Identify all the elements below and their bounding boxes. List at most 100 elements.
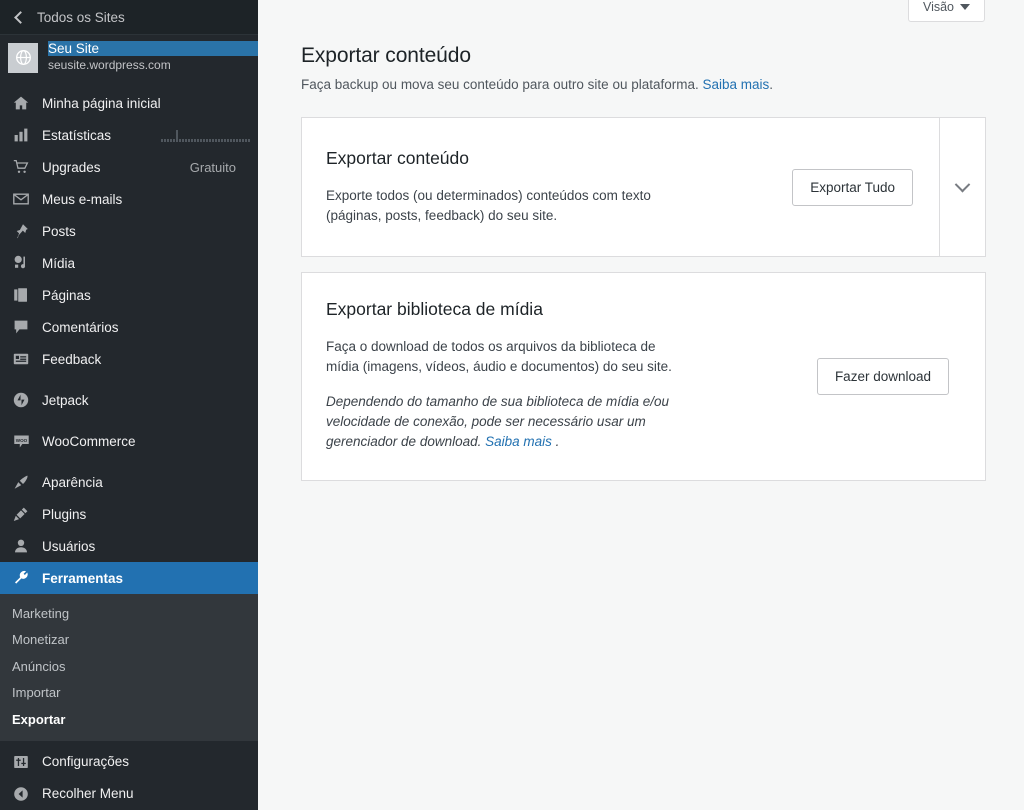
secondary-menu: Configurações Recolher Menu	[0, 741, 258, 810]
sidebar-item-label: WooCommerce	[42, 434, 258, 449]
sidebar-item-label: Páginas	[42, 288, 258, 303]
sidebar-item-posts[interactable]: Posts	[0, 215, 258, 247]
view-button[interactable]: Visão	[908, 0, 985, 22]
bar-chart-icon	[11, 125, 31, 145]
wrench-icon	[11, 568, 31, 588]
sidebar-item-label: Meus e-mails	[42, 192, 258, 207]
sidebar-item-woocommerce[interactable]: WOO WooCommerce	[0, 425, 258, 457]
sidebar-item-label: Jetpack	[42, 393, 258, 408]
card-body: Exportar biblioteca de mídia Faça o down…	[302, 273, 807, 480]
sidebar-item-label: Ferramentas	[42, 571, 266, 586]
card-description: Faça o download de todos os arquivos da …	[326, 337, 686, 377]
pushpin-icon	[11, 221, 31, 241]
site-title: Seu Site	[48, 41, 263, 56]
submenu-item-marketing[interactable]: Marketing	[0, 600, 258, 627]
jetpack-icon	[11, 390, 31, 410]
ferramentas-submenu: Marketing Monetizar Anúncios Importar Ex…	[0, 594, 258, 741]
sidebar-item-label: Posts	[42, 224, 258, 239]
sidebar-item-configuracoes[interactable]: Configurações	[0, 746, 258, 778]
sidebar-item-midia[interactable]: Mídia	[0, 247, 258, 279]
sidebar-item-meus-e-mails[interactable]: Meus e-mails	[0, 183, 258, 215]
card-note-period: .	[552, 434, 560, 449]
home-icon	[11, 93, 31, 113]
site-url: seusite.wordpress.com	[48, 58, 171, 72]
stats-sparkline	[161, 128, 258, 142]
page-subtitle-text: Faça backup ou mova seu conteúdo para ou…	[301, 77, 703, 92]
card-title: Exportar biblioteca de mídia	[326, 299, 807, 320]
submenu-item-label: Anúncios	[12, 659, 65, 674]
card-body: Exportar conteúdo Exporte todos (ou dete…	[302, 118, 782, 256]
sliders-icon	[11, 752, 31, 772]
page-subtitle-link[interactable]: Saiba mais	[703, 77, 770, 92]
sidebar-item-label: Mídia	[42, 256, 258, 271]
comment-icon	[11, 317, 31, 337]
sidebar: Todos os Sites Seu Site seusite.wordpres…	[0, 0, 258, 810]
card-title: Exportar conteúdo	[326, 148, 782, 169]
submenu-item-label: Marketing	[12, 606, 69, 621]
chevron-down-icon	[955, 176, 971, 192]
cart-icon	[11, 157, 31, 177]
submenu-item-label: Exportar	[12, 712, 65, 727]
upgrades-plan-badge: Gratuito	[190, 160, 258, 175]
menu-separator	[0, 457, 258, 466]
view-button-label: Visão	[923, 0, 954, 14]
chevron-left-icon	[14, 11, 27, 24]
sidebar-item-label: Estatísticas	[42, 128, 150, 143]
sidebar-item-comentarios[interactable]: Comentários	[0, 311, 258, 343]
submenu-item-label: Monetizar	[12, 632, 69, 647]
svg-text:WOO: WOO	[15, 437, 27, 442]
card-note-link[interactable]: Saiba mais	[485, 434, 552, 449]
primary-menu: Minha página inicial Estatísticas Upgrad…	[0, 80, 258, 594]
pages-icon	[11, 285, 31, 305]
sidebar-item-usuarios[interactable]: Usuários	[0, 530, 258, 562]
all-sites-back-link[interactable]: Todos os Sites	[0, 0, 258, 35]
sidebar-item-label: Usuários	[42, 539, 258, 554]
caret-down-icon	[960, 4, 970, 10]
sidebar-item-label: Feedback	[42, 352, 258, 367]
sidebar-item-plugins[interactable]: Plugins	[0, 498, 258, 530]
sidebar-item-ferramentas[interactable]: Ferramentas	[0, 562, 266, 594]
sidebar-item-label: Configurações	[42, 754, 258, 769]
sidebar-item-paginas[interactable]: Páginas	[0, 279, 258, 311]
current-site-card[interactable]: Seu Site seusite.wordpress.com	[0, 35, 258, 80]
menu-separator	[0, 375, 258, 384]
paintbrush-icon	[11, 472, 31, 492]
woocommerce-icon: WOO	[11, 431, 31, 451]
sidebar-item-label: Comentários	[42, 320, 258, 335]
export-all-button[interactable]: Exportar Tudo	[792, 169, 913, 206]
download-media-button[interactable]: Fazer download	[817, 358, 949, 395]
sidebar-item-feedback[interactable]: Feedback	[0, 343, 258, 375]
sidebar-item-upgrades[interactable]: Upgrades Gratuito	[0, 151, 258, 183]
sidebar-item-label: Plugins	[42, 507, 258, 522]
user-icon	[11, 536, 31, 556]
media-icon	[11, 253, 31, 273]
all-sites-label: Todos os Sites	[37, 10, 125, 25]
sidebar-item-recolher-menu[interactable]: Recolher Menu	[0, 778, 258, 810]
submenu-item-anuncios[interactable]: Anúncios	[0, 653, 258, 680]
sidebar-item-estatisticas[interactable]: Estatísticas	[0, 119, 258, 151]
main-content: Visão Exportar conteúdo Faça backup ou m…	[258, 0, 1024, 810]
expand-card-toggle[interactable]	[939, 118, 985, 256]
menu-separator	[0, 416, 258, 425]
card-action: Exportar Tudo	[782, 118, 939, 256]
export-media-library-card: Exportar biblioteca de mídia Faça o down…	[301, 272, 986, 481]
submenu-item-importar[interactable]: Importar	[0, 680, 258, 707]
feedback-icon	[11, 349, 31, 369]
submenu-item-monetizar[interactable]: Monetizar	[0, 627, 258, 654]
page-title: Exportar conteúdo	[301, 44, 1024, 68]
export-content-card: Exportar conteúdo Exporte todos (ou dete…	[301, 117, 986, 257]
submenu-item-exportar[interactable]: Exportar	[0, 706, 258, 733]
sidebar-item-label: Aparência	[42, 475, 258, 490]
sidebar-item-minha-pagina-inicial[interactable]: Minha página inicial	[0, 87, 258, 119]
sidebar-item-label: Minha página inicial	[42, 96, 258, 111]
plug-icon	[11, 504, 31, 524]
page-subtitle-period: .	[769, 77, 773, 92]
wordpress-admin-screen: Todos os Sites Seu Site seusite.wordpres…	[0, 0, 1024, 810]
card-note: Dependendo do tamanho de sua biblioteca …	[326, 392, 671, 452]
view-switcher: Visão	[908, 0, 985, 22]
sidebar-item-jetpack[interactable]: Jetpack	[0, 384, 258, 416]
sidebar-item-label: Upgrades	[42, 160, 179, 175]
globe-icon	[8, 43, 38, 73]
card-action: Fazer download	[807, 273, 985, 480]
sidebar-item-aparencia[interactable]: Aparência	[0, 466, 258, 498]
